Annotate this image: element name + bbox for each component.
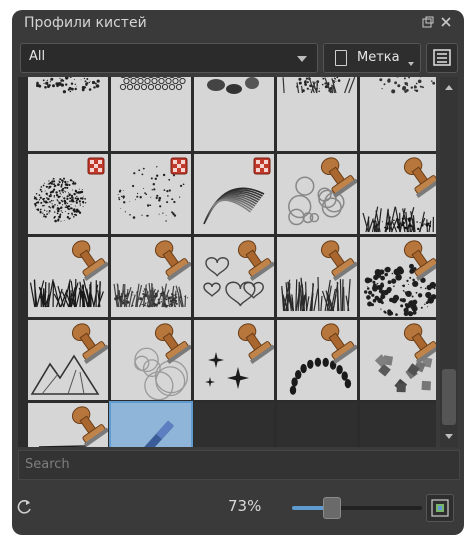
brush-preview-icon	[364, 240, 436, 317]
preset-stamp-icon	[71, 323, 108, 364]
view-mode-button[interactable]	[426, 43, 458, 73]
panel-titlebar[interactable]: Профили кистей	[12, 10, 464, 38]
resource-filter-combobox[interactable]: All	[20, 43, 318, 73]
brush-preset-grid	[18, 77, 436, 447]
brush-preview-icon	[36, 77, 100, 94]
brush-preview-icon	[111, 403, 191, 447]
brush-preset-grass-soft[interactable]	[111, 237, 191, 317]
grid-scrollbar[interactable]	[440, 77, 458, 447]
preset-stamp-icon	[154, 323, 191, 364]
brush-preview-icon	[117, 157, 188, 222]
brush-preset-hearts[interactable]	[194, 237, 274, 317]
preset-stamp-icon	[237, 323, 274, 364]
brush-preset-sparkles[interactable]	[194, 320, 274, 400]
brush-preset-speckle[interactable]	[111, 154, 191, 234]
brush-preview-icon	[289, 323, 357, 395]
chevron-down-icon	[408, 62, 414, 66]
preset-stamp-icon	[237, 240, 274, 281]
float-icon[interactable]	[422, 16, 434, 28]
filter-row: All Метка	[12, 43, 464, 73]
brush-preset-strokes[interactable]	[28, 403, 108, 447]
zoom-fit-icon	[431, 499, 449, 517]
empty-preset-slot	[194, 403, 274, 447]
brush-preview-icon	[281, 240, 357, 312]
preset-stamp-icon	[71, 406, 108, 447]
brush-preset-partial-stones[interactable]	[194, 77, 274, 151]
brush-preset-grass[interactable]	[360, 154, 436, 234]
search-input[interactable]: Search	[18, 450, 460, 480]
brush-preview-icon	[203, 240, 274, 307]
preset-stamp-icon	[154, 240, 191, 281]
brush-preview-icon	[113, 240, 191, 308]
brush-preview-icon	[134, 323, 191, 400]
list-view-icon	[433, 49, 451, 66]
brush-preview-icon	[203, 157, 271, 225]
brush-preset-partial-dots2[interactable]	[360, 77, 436, 151]
brush-preset-puzzle[interactable]	[360, 320, 436, 400]
brush-preset-grass-dark[interactable]	[28, 237, 108, 317]
scroll-up-icon[interactable]	[442, 81, 456, 93]
brush-presets-panel: Профили кистей All Метка Search 73%	[12, 10, 464, 535]
brush-preset-rings[interactable]	[111, 320, 191, 400]
preset-stamp-icon	[403, 157, 436, 198]
empty-preset-slot	[277, 403, 357, 447]
scrollbar-thumb[interactable]	[442, 369, 456, 425]
panel-title: Профили кистей	[24, 15, 147, 31]
brush-preview-icon	[362, 157, 436, 233]
preset-badge-icon	[170, 157, 188, 175]
zoom-slider-handle[interactable]	[323, 497, 341, 519]
brush-preview-icon	[29, 240, 108, 308]
brush-preview-icon	[119, 77, 186, 91]
brush-preset-pen[interactable]	[109, 401, 193, 447]
brush-preview-icon	[38, 406, 108, 447]
preset-stamp-icon	[403, 323, 436, 364]
bottom-toolbar: 73%	[12, 486, 464, 526]
brush-preview-icon	[30, 323, 108, 395]
filter-value: All	[29, 49, 46, 64]
brush-preset-foliage[interactable]	[360, 237, 436, 317]
brush-preset-partial-splat[interactable]	[277, 77, 357, 151]
chevron-down-icon	[297, 56, 307, 62]
preset-stamp-icon	[320, 240, 357, 281]
preset-stamp-icon	[403, 240, 436, 281]
preset-badge-icon	[253, 157, 271, 175]
brush-preset-partial-honeycomb[interactable]	[111, 77, 191, 151]
tag-button[interactable]: Метка	[323, 43, 421, 73]
zoom-fit-button[interactable]	[426, 494, 454, 522]
brush-preview-icon	[379, 77, 436, 94]
zoom-label: 73%	[228, 497, 262, 515]
reset-icon[interactable]	[16, 498, 34, 516]
brush-preview-icon	[288, 157, 357, 226]
brush-preset-tufts[interactable]	[277, 237, 357, 317]
brush-preset-circles[interactable]	[277, 154, 357, 234]
close-icon[interactable]	[440, 16, 452, 28]
preset-stamp-icon	[320, 323, 357, 364]
empty-preset-slot	[360, 403, 436, 447]
brush-preset-partial-dots[interactable]	[28, 77, 108, 151]
search-placeholder: Search	[25, 457, 70, 472]
scroll-down-icon[interactable]	[442, 431, 456, 443]
tag-button-label: Метка	[357, 50, 400, 65]
brush-preset-swirl[interactable]	[194, 154, 274, 234]
preset-stamp-icon	[320, 157, 357, 198]
brush-preset-mountains[interactable]	[28, 320, 108, 400]
brush-preview-icon	[282, 77, 356, 94]
brush-preset-footprints[interactable]	[277, 320, 357, 400]
brush-preview-icon	[33, 157, 105, 223]
brush-preview-icon	[205, 323, 274, 389]
zoom-slider[interactable]	[292, 506, 422, 510]
tag-icon	[335, 50, 347, 66]
brush-preview-icon	[207, 77, 259, 94]
brush-preset-spray[interactable]	[28, 154, 108, 234]
preset-stamp-icon	[71, 240, 108, 281]
brush-preview-icon	[374, 323, 436, 393]
preset-badge-icon	[87, 157, 105, 175]
